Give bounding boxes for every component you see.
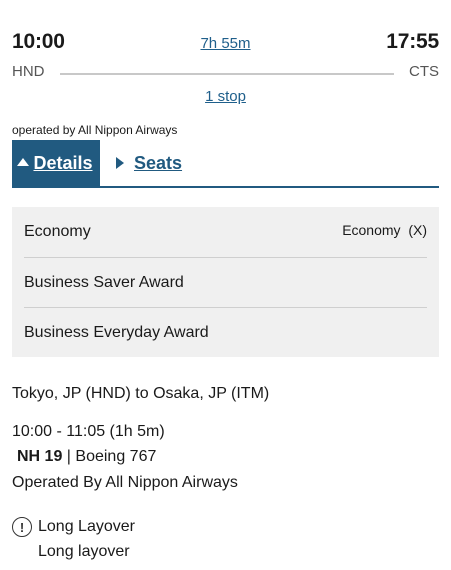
tab-details[interactable]: Details [12,140,100,186]
exclamation-circle-icon: ! [12,517,32,537]
tab-seats[interactable]: Seats [113,140,182,186]
leg-route: Tokyo, JP (HND) to Osaka, JP (ITM) [12,385,270,402]
fare-list: Economy Economy (X) Business Saver Award… [12,207,439,357]
caret-right-icon [116,157,124,169]
fare-name: Business Saver Award [24,273,184,291]
fare-name: Business Everyday Award [24,323,209,341]
layover-detail: Long layover [38,543,130,560]
leg-operator: Operated By All Nippon Airways [12,474,238,491]
tab-seats-label: Seats [134,152,183,173]
arrival-time: 17:55 [386,30,439,53]
operator-text: operated by All Nippon Airways [12,123,178,137]
flight-number: NH 19 [17,448,63,465]
fare-row-business-saver: Business Saver Award [24,257,427,307]
tab-bar: Details Seats [12,140,439,188]
arrival-airport: CTS [409,63,439,80]
tab-details-label: Details [33,152,93,173]
fare-row-business-everyday: Business Everyday Award [24,307,427,357]
leg-times: 10:00 - 11:05 (1h 5m) [12,423,165,440]
layover-warning: ! Long Layover [12,517,135,537]
departure-airport: HND [12,63,45,80]
fare-row-economy: Economy Economy (X) [24,207,427,257]
aircraft-type: | Boeing 767 [62,448,157,465]
duration-link[interactable]: 7h 55m [0,35,451,52]
route-line [60,73,394,75]
fare-class-code: Economy (X) [342,222,427,238]
leg-flight-info: NH 19 | Boeing 767 [17,448,156,466]
layover-title: Long Layover [38,518,135,535]
caret-up-icon [17,158,30,166]
fare-name: Economy [24,223,91,240]
stops-link[interactable]: 1 stop [0,88,451,105]
